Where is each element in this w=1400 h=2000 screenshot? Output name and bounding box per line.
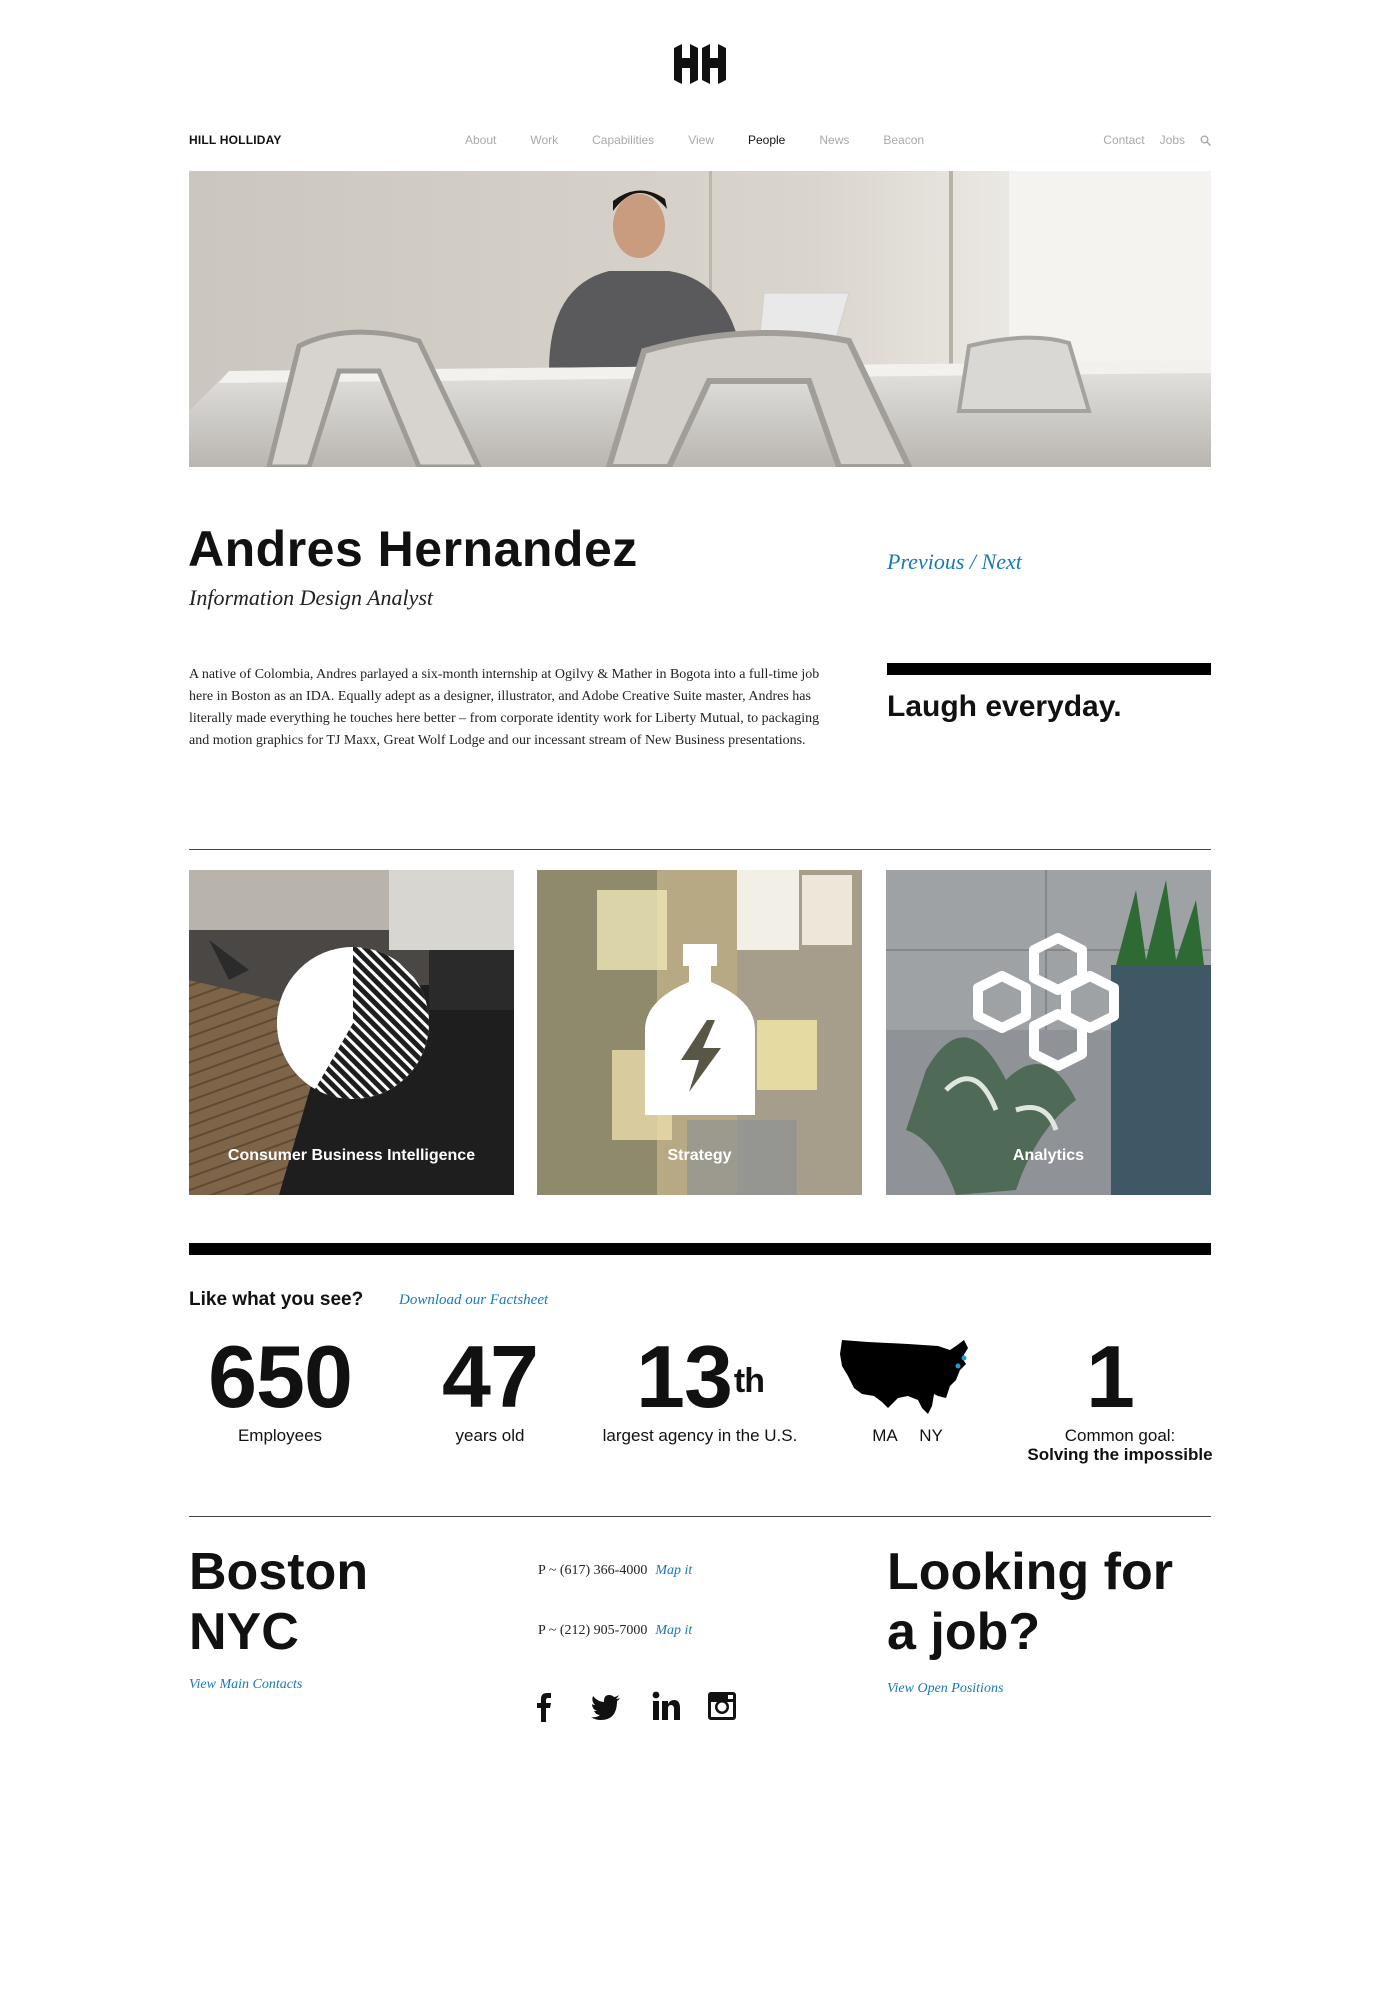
quote-divider bbox=[887, 663, 1211, 675]
main-navigation: HILL HOLLIDAY About Work Capabilities Vi… bbox=[189, 130, 1211, 150]
pagination: Previous / Next bbox=[887, 549, 1022, 575]
download-factsheet-link[interactable]: Download our Factsheet bbox=[399, 1292, 548, 1309]
age-label: years old bbox=[455, 1426, 525, 1445]
hh-logo[interactable] bbox=[672, 44, 728, 84]
next-link[interactable]: Next bbox=[982, 549, 1022, 574]
age-count: 47 bbox=[442, 1327, 539, 1426]
ma-label: MA bbox=[872, 1426, 898, 1445]
rank-value: 13 bbox=[636, 1327, 733, 1426]
person-quote: Laugh everyday. bbox=[887, 690, 1122, 723]
previous-link[interactable]: Previous bbox=[887, 549, 964, 574]
jobs-heading: Looking for a job? bbox=[887, 1542, 1173, 1662]
nyc-phone-row: P ~ (212) 905-7000 Map it bbox=[538, 1623, 692, 1639]
search-icon[interactable] bbox=[1200, 135, 1211, 146]
person-bio: A native of Colombia, Andres parlayed a … bbox=[189, 667, 820, 748]
boston-phone: P ~ (617) 366-4000 bbox=[538, 1563, 648, 1578]
rank-label: largest agency in the U.S. bbox=[602, 1426, 798, 1445]
facts-heading: Like what you see? bbox=[189, 1289, 364, 1310]
nav-beacon[interactable]: Beacon bbox=[883, 133, 924, 147]
nav-about[interactable]: About bbox=[465, 133, 496, 147]
rank-number: 13th bbox=[590, 1332, 810, 1422]
tile-strategy[interactable]: Strategy bbox=[537, 870, 862, 1195]
tile-label: Strategy bbox=[667, 1147, 732, 1164]
office-cities: Boston NYC bbox=[189, 1542, 368, 1662]
nav-view[interactable]: View bbox=[688, 133, 714, 147]
nav-people[interactable]: People bbox=[748, 133, 785, 147]
section-divider bbox=[189, 849, 1211, 850]
ny-label: NY bbox=[919, 1426, 943, 1445]
hero-photo bbox=[189, 171, 1211, 467]
brand-link[interactable]: HILL HOLLIDAY bbox=[189, 133, 282, 147]
nav-jobs[interactable]: Jobs bbox=[1160, 133, 1185, 147]
capability-tiles: Consumer Business Intelligence Strategy bbox=[189, 870, 1211, 1195]
linkedin-icon[interactable] bbox=[650, 1690, 682, 1722]
city-boston: Boston bbox=[189, 1543, 369, 1601]
map-it-nyc-link[interactable]: Map it bbox=[655, 1623, 692, 1638]
nyc-phone: P ~ (212) 905-7000 bbox=[538, 1623, 648, 1638]
view-main-contacts-link[interactable]: View Main Contacts bbox=[189, 1677, 302, 1693]
pagination-separator: / bbox=[964, 549, 982, 574]
facebook-icon[interactable] bbox=[528, 1690, 560, 1722]
contact-divider bbox=[189, 1516, 1211, 1517]
employees-label: Employees bbox=[237, 1426, 323, 1445]
facts-divider bbox=[189, 1243, 1211, 1255]
tile-label: Consumer Business Intelligence bbox=[227, 1147, 476, 1164]
nav-news[interactable]: News bbox=[819, 133, 849, 147]
employees-count: 650 bbox=[208, 1327, 353, 1426]
instagram-icon[interactable] bbox=[706, 1690, 738, 1722]
tile-label: Analytics bbox=[1012, 1147, 1085, 1164]
nav-capabilities[interactable]: Capabilities bbox=[592, 133, 654, 147]
map-it-boston-link[interactable]: Map it bbox=[655, 1563, 692, 1578]
person-name: Andres Hernandez bbox=[188, 521, 638, 577]
person-title: Information Design Analyst bbox=[189, 585, 434, 610]
view-open-positions-link[interactable]: View Open Positions bbox=[887, 1681, 1003, 1697]
twitter-icon[interactable] bbox=[590, 1690, 622, 1722]
nav-contact[interactable]: Contact bbox=[1103, 133, 1144, 147]
jobs-heading-line2: a job? bbox=[887, 1603, 1041, 1661]
us-map-icon bbox=[840, 1340, 968, 1414]
primary-nav: About Work Capabilities View People News… bbox=[465, 133, 924, 147]
goal-number: 1 bbox=[1086, 1327, 1135, 1426]
tile-analytics[interactable]: Analytics bbox=[886, 870, 1211, 1195]
tile-consumer-business-intelligence[interactable]: Consumer Business Intelligence bbox=[189, 870, 514, 1195]
secondary-nav: Contact Jobs bbox=[1103, 133, 1211, 147]
boston-phone-row: P ~ (617) 366-4000 Map it bbox=[538, 1563, 692, 1579]
jobs-heading-line1: Looking for bbox=[887, 1543, 1173, 1601]
goal-label: Common goal: bbox=[1064, 1426, 1176, 1445]
rank-suffix: th bbox=[733, 1362, 765, 1400]
goal-sublabel: Solving the impossible bbox=[1027, 1445, 1213, 1464]
city-nyc: NYC bbox=[189, 1603, 299, 1661]
nav-work[interactable]: Work bbox=[530, 133, 558, 147]
